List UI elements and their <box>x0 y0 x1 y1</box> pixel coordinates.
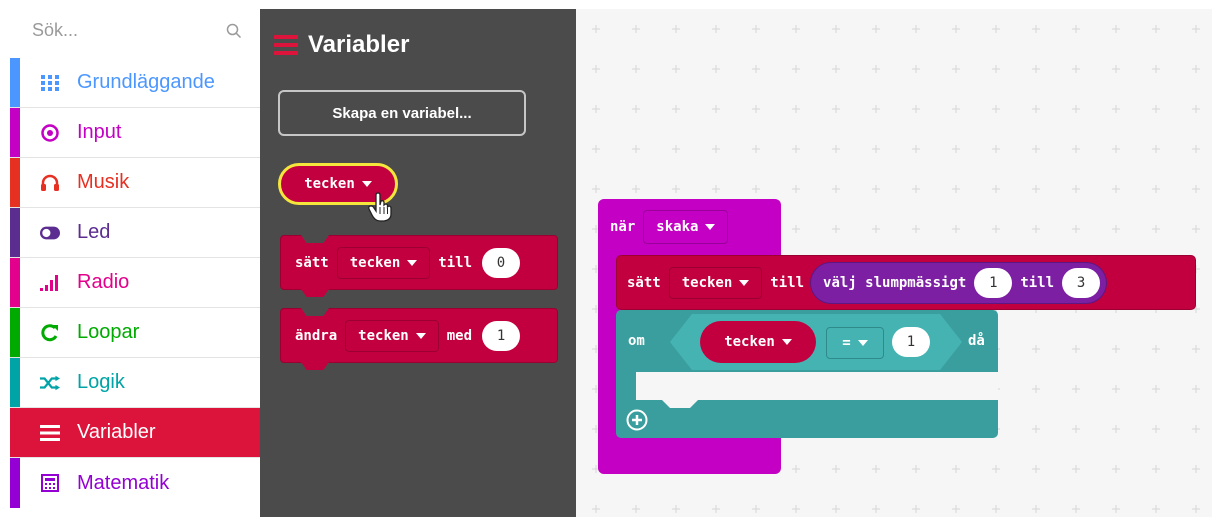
shuffle-icon <box>40 373 60 393</box>
gesture-dropdown[interactable]: skaka <box>643 210 729 244</box>
block-keyword: sätt <box>627 274 661 291</box>
list-lines-icon <box>274 35 298 55</box>
dropdown-arrow-icon <box>857 340 868 346</box>
number-input[interactable]: 3 <box>1062 267 1101 298</box>
number-input[interactable]: 1 <box>974 267 1013 298</box>
category-radio[interactable]: Radio <box>10 258 260 308</box>
operator-dropdown[interactable]: = <box>826 327 884 359</box>
number-input[interactable]: 1 <box>482 320 521 351</box>
category-label: Radio <box>77 271 130 293</box>
flyout-title: Variabler <box>308 31 410 58</box>
signal-bars-icon <box>40 273 60 293</box>
gesture-name: skaka <box>656 219 699 235</box>
category-label: Variabler <box>77 421 156 443</box>
block-keyword: om <box>628 333 645 349</box>
dropdown-arrow-icon <box>705 224 716 230</box>
category-label: Logik <box>77 371 125 393</box>
dropdown-arrow-icon <box>739 279 750 286</box>
block-keyword: med <box>446 327 473 344</box>
category-logik[interactable]: Logik <box>10 358 260 408</box>
category-color-stripe <box>10 58 20 107</box>
refresh-icon <box>40 323 60 343</box>
variable-name: tecken <box>304 176 355 192</box>
variable-name: tecken <box>724 334 775 350</box>
category-musik[interactable]: Musik <box>10 158 260 208</box>
if-statement-slot[interactable] <box>636 372 998 400</box>
category-matematik[interactable]: Matematik <box>10 458 260 508</box>
dropdown-arrow-icon <box>415 332 426 339</box>
block-keyword: till <box>1020 274 1055 291</box>
circle-target-icon <box>40 123 60 143</box>
category-color-stripe <box>10 408 20 457</box>
grid-icon <box>40 73 60 93</box>
category-color-stripe <box>10 258 20 307</box>
variable-dropdown[interactable]: tecken <box>345 319 439 352</box>
category-label: Input <box>77 121 122 143</box>
category-color-stripe <box>10 158 20 207</box>
category-label: Matematik <box>77 471 170 494</box>
search-box[interactable]: Sök... <box>10 9 260 58</box>
variable-name: tecken <box>358 327 409 344</box>
category-color-stripe <box>10 308 20 357</box>
block-notch <box>301 235 329 243</box>
category-grundlaggande[interactable]: Grundläggande <box>10 58 260 108</box>
variable-dropdown[interactable]: tecken <box>668 266 763 299</box>
dropdown-arrow-icon <box>361 181 372 187</box>
category-color-stripe <box>10 458 20 508</box>
dropdown-arrow-icon <box>407 259 418 266</box>
block-notch <box>301 308 329 316</box>
set-variable-block[interactable]: sätt tecken till 0 <box>280 235 558 297</box>
category-color-stripe <box>10 108 20 157</box>
category-label: Grundläggande <box>77 71 215 93</box>
number-input[interactable]: 0 <box>482 247 521 278</box>
category-label: Led <box>77 221 111 243</box>
headphones-icon <box>40 173 60 193</box>
event-header: när skaka <box>610 210 736 244</box>
category-led[interactable]: Led <box>10 208 260 258</box>
category-color-stripe <box>10 358 20 407</box>
calculator-icon <box>40 473 60 493</box>
block-keyword: då <box>968 333 985 349</box>
add-else-plus-icon[interactable] <box>626 409 648 431</box>
block-keyword: till <box>438 254 473 271</box>
toggle-icon <box>40 223 60 243</box>
search-input[interactable]: Sök... <box>32 20 78 40</box>
variable-reporter-block[interactable]: tecken <box>700 321 816 363</box>
set-variable-block[interactable]: sätt tecken till välj slumpmässigt 1 til… <box>616 255 1196 310</box>
pick-random-block[interactable]: välj slumpmässigt 1 till 3 <box>810 261 1108 304</box>
hand-pointer-icon <box>368 192 392 222</box>
list-lines-icon <box>40 423 60 443</box>
variable-name: tecken <box>681 274 733 291</box>
block-keyword: välj slumpmässigt <box>823 274 967 291</box>
category-label: Loopar <box>77 321 140 343</box>
number-input[interactable]: 1 <box>892 327 930 357</box>
block-keyword: till <box>770 274 805 291</box>
search-icon[interactable] <box>226 23 242 39</box>
category-variabler[interactable]: Variabler <box>10 408 260 458</box>
variable-dropdown[interactable]: tecken <box>336 246 431 279</box>
category-loopar[interactable]: Loopar <box>10 308 260 358</box>
block-keyword: sätt <box>295 254 329 271</box>
category-input[interactable]: Input <box>10 108 260 158</box>
category-label: Musik <box>77 171 130 193</box>
variable-name: tecken <box>349 254 401 271</box>
change-variable-block[interactable]: ändra tecken med 1 <box>280 308 558 370</box>
flyout-header: Variabler <box>274 31 409 59</box>
create-variable-button[interactable]: Skapa en variabel... <box>278 90 526 136</box>
category-sidebar: Sök... Grundläggande Input Musik Led Rad… <box>10 9 260 517</box>
operator-symbol: = <box>842 335 851 351</box>
dropdown-arrow-icon <box>781 339 792 345</box>
block-keyword: när <box>610 219 636 235</box>
category-color-stripe <box>10 208 20 257</box>
block-keyword: ändra <box>295 327 338 344</box>
